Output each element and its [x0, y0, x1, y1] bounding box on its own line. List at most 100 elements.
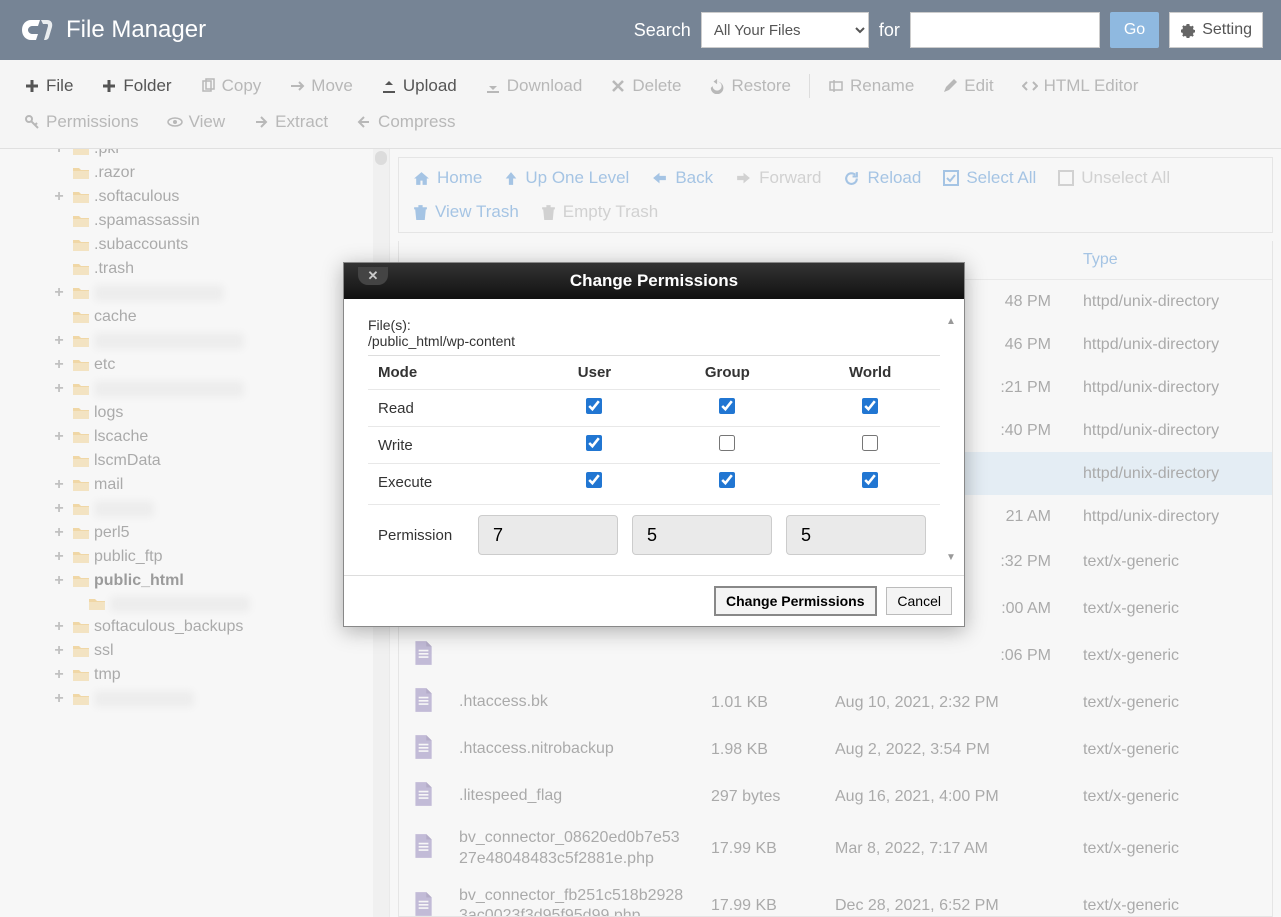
tree-item[interactable]: +public_ftp: [8, 545, 389, 569]
tree-item[interactable]: cache: [8, 305, 389, 329]
scroll-down-arrow-icon[interactable]: ▼: [944, 551, 958, 565]
tree-item[interactable]: +: [8, 687, 389, 711]
permission-digit-world[interactable]: [786, 515, 926, 555]
tree-expander[interactable]: +: [52, 618, 66, 636]
tree-item[interactable]: [8, 593, 389, 615]
tree-item[interactable]: +public_html: [8, 569, 389, 593]
tree-expander[interactable]: +: [52, 380, 66, 398]
tree-item[interactable]: +softaculous_backups: [8, 615, 389, 639]
tree-expander[interactable]: +: [52, 332, 66, 350]
toolbar-file-button[interactable]: File: [10, 68, 87, 104]
tree-item[interactable]: .razor: [8, 161, 389, 185]
home-button[interactable]: Home: [413, 168, 482, 188]
search-scope-select[interactable]: All Your Files: [701, 12, 869, 48]
tree-item[interactable]: +tmp: [8, 663, 389, 687]
tree-expander[interactable]: +: [52, 476, 66, 494]
view-trash-button[interactable]: View Trash: [413, 202, 519, 222]
tree-item[interactable]: .trash: [8, 257, 389, 281]
dialog-scrollbar[interactable]: ▲ ▼: [944, 315, 958, 565]
tree-expander[interactable]: +: [52, 524, 66, 542]
tree-expander[interactable]: +: [52, 548, 66, 566]
tree-item[interactable]: +: [8, 329, 389, 353]
tree-expander[interactable]: +: [52, 642, 66, 660]
col-type[interactable]: Type: [1071, 251, 1272, 269]
tree-item[interactable]: .spamassassin: [8, 209, 389, 233]
tree-expander[interactable]: +: [52, 284, 66, 302]
table-row[interactable]: .htaccess.nitrobackup1.98 KBAug 2, 2022,…: [399, 726, 1272, 773]
tree-item[interactable]: logs: [8, 401, 389, 425]
tree-item[interactable]: .subaccounts: [8, 233, 389, 257]
tree-item[interactable]: +: [8, 377, 389, 401]
go-button[interactable]: Go: [1110, 12, 1159, 48]
tree-item[interactable]: +perl5: [8, 521, 389, 545]
up-one-level-button[interactable]: Up One Level: [504, 168, 629, 188]
folder-icon: [72, 692, 90, 706]
tree-item[interactable]: lscmData: [8, 449, 389, 473]
file-date: Aug 10, 2021, 2:32 PM: [823, 694, 1071, 712]
perm-world-checkbox[interactable]: [862, 435, 878, 451]
folder-tree-sidebar[interactable]: +.pki.razor + .softaculous .spamassassin.su…: [0, 149, 390, 917]
tree-label: lscache: [94, 428, 148, 446]
permission-digit-user[interactable]: [478, 515, 618, 555]
table-row[interactable]: :06 PMtext/x-generic: [399, 632, 1272, 679]
tree-expander[interactable]: +: [52, 149, 66, 158]
change-permissions-button[interactable]: Change Permissions: [714, 586, 877, 616]
toolbar-upload-button[interactable]: Upload: [367, 68, 471, 104]
perm-world-checkbox[interactable]: [862, 472, 878, 488]
scroll-up-arrow-icon[interactable]: ▲: [944, 315, 958, 329]
perm-user-checkbox[interactable]: [586, 398, 602, 414]
file-type: text/x-generic: [1071, 840, 1272, 858]
tree-item[interactable]: +: [8, 281, 389, 305]
tree-expander[interactable]: +: [52, 428, 66, 446]
settings-button[interactable]: Setting: [1169, 12, 1263, 48]
select-all-icon: [943, 170, 959, 186]
tree-expander[interactable]: +: [52, 356, 66, 374]
tree-item[interactable]: +.pki: [8, 149, 389, 161]
tree-item[interactable]: + .softaculous: [8, 185, 389, 209]
tree-expander[interactable]: +: [52, 666, 66, 684]
perm-user-checkbox[interactable]: [586, 435, 602, 451]
perm-group-checkbox[interactable]: [719, 472, 735, 488]
file-type: text/x-generic: [1071, 897, 1272, 915]
select-all-button[interactable]: Select All: [943, 168, 1036, 188]
content-toolbar: Home Up One Level Back Forward Reload Se…: [398, 157, 1273, 233]
tree-item[interactable]: +mail: [8, 473, 389, 497]
tree-expander[interactable]: +: [52, 188, 66, 206]
tree-label: .softaculous: [94, 188, 179, 206]
permission-digit-group[interactable]: [632, 515, 772, 555]
compress-icon: [356, 114, 372, 130]
search-input[interactable]: [910, 12, 1100, 48]
folder-icon: [72, 454, 90, 468]
tree-expander[interactable]: +: [52, 500, 66, 518]
toolbar-permissions-button: Permissions: [10, 104, 153, 140]
tree-expander[interactable]: +: [52, 690, 66, 708]
table-row[interactable]: bv_connector_fb251c518b29283ac0023f3d95f…: [399, 878, 1272, 917]
table-row[interactable]: .htaccess.bk1.01 KBAug 10, 2021, 2:32 PM…: [399, 679, 1272, 726]
tree-item[interactable]: +etc: [8, 353, 389, 377]
file-type: text/x-generic: [1071, 647, 1272, 665]
table-row[interactable]: .litespeed_flag297 bytesAug 16, 2021, 4:…: [399, 773, 1272, 820]
file-type: httpd/unix-directory: [1071, 293, 1272, 311]
back-button[interactable]: Back: [651, 168, 713, 188]
search-label: Search: [634, 20, 691, 41]
reload-button[interactable]: Reload: [843, 168, 921, 188]
tree-item[interactable]: +: [8, 497, 389, 521]
dialog-close-button[interactable]: ✕: [358, 267, 388, 285]
perm-world-checkbox[interactable]: [862, 398, 878, 414]
table-row[interactable]: bv_connector_08620ed0b7e5327e48048483c5f…: [399, 820, 1272, 878]
tree-item[interactable]: + lscache: [8, 425, 389, 449]
tree-label: .trash: [94, 260, 134, 278]
perm-user-checkbox[interactable]: [586, 472, 602, 488]
folder-icon: [72, 502, 90, 516]
sidebar-scroll-up-arrow[interactable]: [375, 151, 387, 165]
file-type: text/x-generic: [1071, 788, 1272, 806]
folder-icon: [72, 358, 90, 372]
toolbar-copy-button: Copy: [186, 68, 276, 104]
user-header: User: [535, 356, 655, 390]
tree-item[interactable]: +ssl: [8, 639, 389, 663]
perm-group-checkbox[interactable]: [719, 435, 735, 451]
toolbar-folder-button[interactable]: Folder: [87, 68, 185, 104]
perm-group-checkbox[interactable]: [719, 398, 735, 414]
cancel-button[interactable]: Cancel: [886, 587, 952, 615]
tree-expander[interactable]: +: [52, 572, 66, 590]
